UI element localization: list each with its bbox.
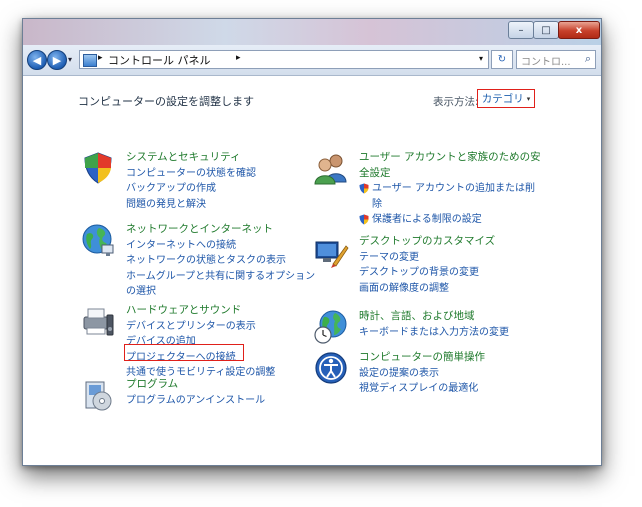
link-parental-controls[interactable]: 保護者による制限の設定: [359, 212, 544, 228]
category-links: ハードウェアとサウンド デバイスとプリンターの表示 デバイスの追加 プロジェクタ…: [126, 303, 316, 381]
close-button[interactable]: x: [558, 21, 600, 39]
search-icon[interactable]: ⌕: [585, 52, 591, 66]
category-title-system-security[interactable]: システムとセキュリティ: [126, 150, 316, 166]
category-title-clock-language-region[interactable]: 時計、言語、および地域: [359, 309, 544, 325]
link-homegroup-sharing-options[interactable]: ホームグループと共有に関するオプションの選択: [126, 269, 316, 300]
category-links: デスクトップのカスタマイズ テーマの変更 デスクトップの背景の変更 画面の解像度…: [359, 234, 544, 296]
breadcrumb-control-panel[interactable]: コントロール パネル: [108, 52, 211, 68]
control-panel-content: コンピューターの設定を調整します 表示方法: カテゴリ ▾ システムとセキュリテ…: [23, 76, 601, 465]
link-change-keyboard-input[interactable]: キーボードまたは入力方法の変更: [359, 325, 544, 341]
search-placeholder: コントロ...: [521, 57, 571, 68]
appearance-icon: [315, 241, 349, 268]
link-find-fix-problems[interactable]: 問題の発見と解決: [126, 197, 316, 213]
title-bar: – □ x: [23, 19, 601, 45]
category-links: 時計、言語、および地域 キーボードまたは入力方法の変更: [359, 309, 544, 340]
user-accounts-icon: [314, 154, 347, 185]
back-button[interactable]: ◀: [27, 50, 47, 70]
ease-of-access-icon: [315, 352, 347, 384]
category-title-programs[interactable]: プログラム: [126, 377, 316, 393]
control-panel-icon: [83, 54, 97, 67]
link-network-status-tasks[interactable]: ネットワークの状態とタスクの表示: [126, 253, 316, 269]
minimize-button[interactable]: –: [508, 21, 534, 39]
link-add-remove-user-accounts[interactable]: ユーザー アカウントの追加または削除: [359, 181, 544, 212]
address-bar[interactable]: ▸ コントロール パネル ▸ ▾: [79, 50, 489, 69]
category-links: ネットワークとインターネット インターネットへの接続 ネットワークの状態とタスク…: [126, 222, 316, 300]
network-internet-icon: [82, 224, 114, 256]
chevron-down-icon: ▾: [526, 94, 531, 103]
link-create-backup[interactable]: バックアップの作成: [126, 181, 316, 197]
clock-language-region-icon: [314, 310, 347, 344]
address-row: ◀ ▶ ▾ ▸ コントロール パネル ▸ ▾ ↻ コントロ... ⌕: [23, 45, 601, 76]
link-change-theme[interactable]: テーマの変更: [359, 250, 544, 266]
category-links: コンピューターの簡単操作 設定の提案の表示 視覚ディスプレイの最適化: [359, 350, 544, 397]
category-links: プログラム プログラムのアンインストール: [126, 377, 316, 408]
uac-shield-icon: [359, 183, 369, 194]
control-panel-window: – □ x ◀ ▶ ▾ ▸ コントロール パネル ▸ ▾ ↻ コントロ... ⌕…: [22, 18, 602, 466]
refresh-button[interactable]: ↻: [491, 50, 513, 69]
maximize-button[interactable]: □: [533, 21, 559, 39]
link-suggested-settings[interactable]: 設定の提案の表示: [359, 366, 544, 382]
hardware-sound-highlight-box: [124, 344, 244, 361]
link-check-computer-status[interactable]: コンピューターの状態を確認: [126, 166, 316, 182]
breadcrumb-arrow-icon[interactable]: ▸: [236, 53, 241, 63]
link-label: 保護者による制限の設定: [372, 214, 482, 225]
address-dropdown-icon[interactable]: ▾: [479, 54, 483, 63]
link-change-desktop-background[interactable]: デスクトップの背景の変更: [359, 265, 544, 281]
system-security-icon: [84, 152, 112, 184]
category-links: ユーザー アカウントと家族のための安全設定 ユーザー アカウントの追加または削除…: [359, 150, 544, 228]
category-title-hardware-sound[interactable]: ハードウェアとサウンド: [126, 303, 316, 319]
programs-icon: [85, 381, 112, 411]
page-title: コンピューターの設定を調整します: [78, 95, 254, 108]
forward-button[interactable]: ▶: [47, 50, 67, 70]
link-uninstall-program[interactable]: プログラムのアンインストール: [126, 393, 316, 409]
category-links: システムとセキュリティ コンピューターの状態を確認 バックアップの作成 問題の発…: [126, 150, 316, 212]
link-optimize-visual-display[interactable]: 視覚ディスプレイの最適化: [359, 381, 544, 397]
category-title-user-accounts[interactable]: ユーザー アカウントと家族のための安全設定: [359, 150, 544, 181]
link-adjust-screen-resolution[interactable]: 画面の解像度の調整: [359, 281, 544, 297]
breadcrumb-arrow-icon[interactable]: ▸: [98, 53, 103, 63]
link-connect-internet[interactable]: インターネットへの接続: [126, 238, 316, 254]
view-by-label: 表示方法:: [433, 96, 479, 108]
view-by-value: カテゴリ: [481, 93, 524, 105]
category-title-ease-of-access[interactable]: コンピューターの簡単操作: [359, 350, 544, 366]
recent-pages-dropdown-icon[interactable]: ▾: [68, 55, 72, 64]
uac-shield-icon: [359, 214, 369, 225]
link-label: ユーザー アカウントの追加または削除: [372, 183, 535, 210]
hardware-sound-icon: [83, 308, 114, 336]
view-by-dropdown[interactable]: カテゴリ ▾: [477, 89, 535, 108]
category-title-appearance[interactable]: デスクトップのカスタマイズ: [359, 234, 544, 250]
link-devices-printers[interactable]: デバイスとプリンターの表示: [126, 319, 316, 335]
search-input[interactable]: コントロ... ⌕: [516, 50, 596, 69]
category-title-network-internet[interactable]: ネットワークとインターネット: [126, 222, 316, 238]
